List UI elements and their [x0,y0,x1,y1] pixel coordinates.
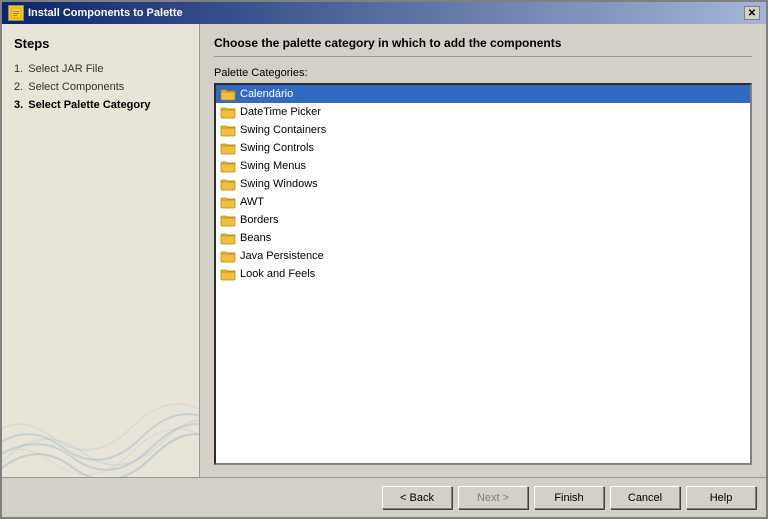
category-name: Borders [240,214,279,226]
category-name: Look and Feels [240,268,315,280]
categories-list[interactable]: Calendário DateTime Picker Swing Contain… [214,83,752,465]
folder-icon [220,159,236,173]
category-name: Swing Menus [240,160,306,172]
main-content: Steps 1. Select JAR File 2. Select Compo… [2,24,766,477]
folder-icon [220,87,236,101]
step-item-3: 3. Select Palette Category [14,99,187,111]
list-item[interactable]: Swing Controls [216,139,750,157]
window-icon [8,5,24,21]
step-item-2: 2. Select Components [14,81,187,93]
steps-panel: Steps 1. Select JAR File 2. Select Compo… [2,24,200,477]
folder-icon [220,123,236,137]
list-item[interactable]: Swing Menus [216,157,750,175]
close-button[interactable]: ✕ [744,6,760,20]
list-item[interactable]: Look and Feels [216,265,750,283]
category-name: Java Persistence [240,250,324,262]
next-button[interactable]: Next > [458,486,528,509]
list-item[interactable]: Borders [216,211,750,229]
categories-label: Palette Categories: [214,67,752,79]
window-title: Install Components to Palette [28,7,183,19]
category-name: Swing Windows [240,178,318,190]
folder-icon [220,249,236,263]
cancel-button[interactable]: Cancel [610,486,680,509]
list-item[interactable]: Beans [216,229,750,247]
folder-icon [220,141,236,155]
category-name: AWT [240,196,264,208]
button-bar: < Back Next > Finish Cancel Help [2,477,766,517]
list-item[interactable]: Swing Containers [216,121,750,139]
main-window: Install Components to Palette ✕ Steps 1.… [0,0,768,519]
list-item[interactable]: Calendário [216,85,750,103]
steps-heading: Steps [14,36,187,51]
category-name: Calendário [240,88,293,100]
list-item[interactable]: Java Persistence [216,247,750,265]
folder-icon [220,105,236,119]
folder-icon [220,177,236,191]
folder-icon [220,267,236,281]
list-item[interactable]: AWT [216,193,750,211]
title-bar: Install Components to Palette ✕ [2,2,766,24]
right-panel: Choose the palette category in which to … [200,24,766,477]
list-item[interactable]: Swing Windows [216,175,750,193]
category-name: DateTime Picker [240,106,321,118]
category-name: Beans [240,232,271,244]
folder-icon [220,231,236,245]
folder-icon [220,213,236,227]
title-bar-left: Install Components to Palette [8,5,183,21]
wave-decoration [2,317,200,477]
help-button[interactable]: Help [686,486,756,509]
finish-button[interactable]: Finish [534,486,604,509]
back-button[interactable]: < Back [382,486,452,509]
panel-heading: Choose the palette category in which to … [214,36,752,57]
category-name: Swing Containers [240,124,326,136]
folder-icon [220,195,236,209]
step-item-1: 1. Select JAR File [14,63,187,75]
category-name: Swing Controls [240,142,314,154]
list-item[interactable]: DateTime Picker [216,103,750,121]
